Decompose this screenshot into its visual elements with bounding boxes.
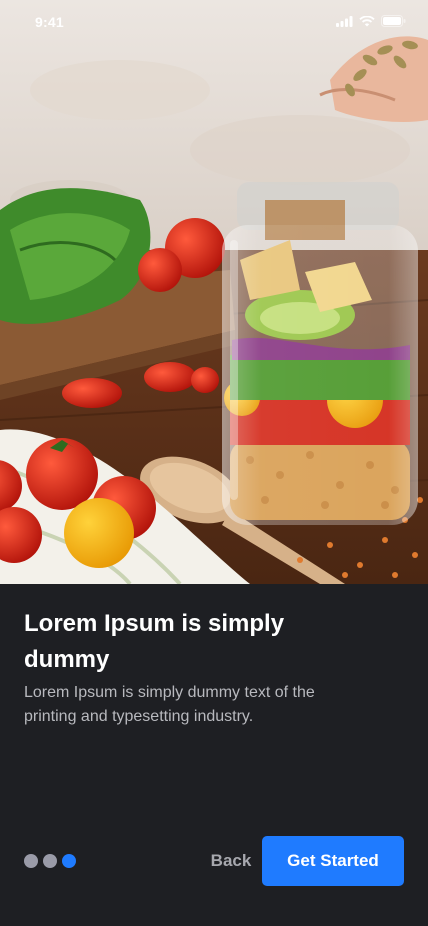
status-icons <box>336 15 406 27</box>
battery-icon <box>381 15 406 27</box>
status-time: 9:41 <box>35 14 64 30</box>
get-started-button[interactable]: Get Started <box>262 836 404 886</box>
hero-image <box>0 0 428 584</box>
page-dot-3-active[interactable] <box>62 854 76 868</box>
page-dot-1[interactable] <box>24 854 38 868</box>
page-dot-2[interactable] <box>43 854 57 868</box>
page-indicator <box>24 854 76 868</box>
signal-icon <box>336 15 353 27</box>
wifi-icon <box>359 15 375 26</box>
back-button[interactable]: Back <box>205 847 257 875</box>
onboarding-panel: Lorem Ipsum is simply dummy Lorem Ipsum … <box>0 584 428 926</box>
status-bar: 9:41 <box>0 0 428 44</box>
onboarding-description: Lorem Ipsum is simply dummy text of the … <box>24 684 315 725</box>
onboarding-title: Lorem Ipsum is simply dummy <box>24 610 285 673</box>
